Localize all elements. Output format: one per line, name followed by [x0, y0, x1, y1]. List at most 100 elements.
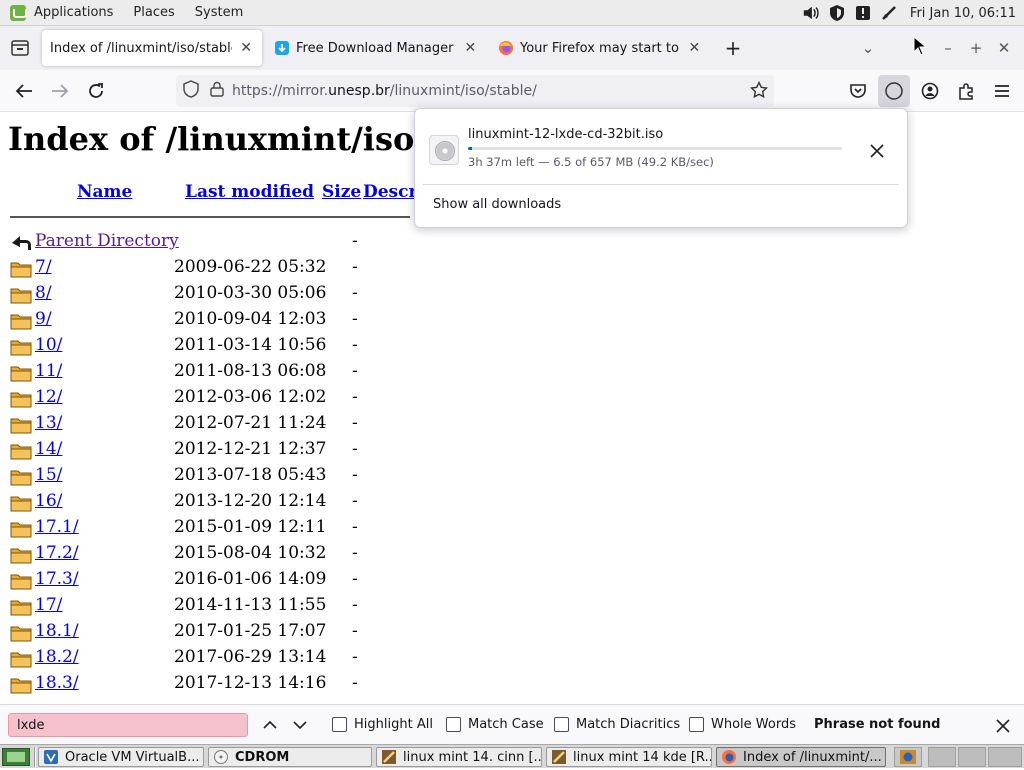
tab-free-download-manager[interactable]: Free Download Manager for ✕ — [266, 30, 486, 66]
menu-places[interactable]: Places — [133, 5, 174, 20]
workspace-2[interactable] — [928, 747, 956, 767]
option-label: Match Case — [468, 717, 544, 732]
folder-link[interactable]: 17.3/ — [35, 569, 79, 589]
column-size-link[interactable]: Size — [322, 182, 361, 202]
minimize-icon[interactable]: – — [934, 39, 962, 57]
folder-link[interactable]: 18.3/ — [35, 673, 79, 693]
account-icon[interactable] — [914, 75, 946, 107]
list-all-tabs-chevron-down-icon[interactable]: ⌄ — [854, 39, 882, 57]
size-cell: - — [352, 231, 358, 251]
workspace-switcher-icon[interactable] — [894, 747, 922, 767]
folder-link[interactable]: 16/ — [35, 491, 62, 511]
folder-link[interactable]: 14/ — [35, 439, 62, 459]
workspace-3[interactable] — [958, 747, 986, 767]
cancel-download-close-icon[interactable] — [865, 139, 889, 163]
url-text[interactable]: https://mirror.unesp.br/linuxmint/iso/st… — [232, 83, 537, 99]
tab-firefox-may-start[interactable]: Your Firefox may start to ha ✕ — [490, 30, 710, 66]
download-item[interactable]: linuxmint-12-lxde-cd-32bit.iso 3h 37m le… — [421, 115, 903, 179]
checkbox[interactable] — [689, 717, 704, 732]
close-icon[interactable]: ✕ — [463, 40, 478, 56]
folder-link[interactable]: 10/ — [35, 335, 62, 355]
close-icon[interactable]: ✕ — [687, 40, 702, 56]
linux-mint-logo-icon[interactable] — [10, 4, 27, 21]
find-close-icon[interactable] — [992, 715, 1014, 737]
table-row: 14/2012-12-21 12:37 - — [10, 439, 410, 465]
size-cell: - — [352, 569, 358, 589]
extensions-puzzle-icon[interactable] — [950, 75, 982, 107]
volume-icon[interactable] — [802, 4, 820, 22]
lock-icon[interactable] — [210, 81, 224, 101]
show-all-downloads-button[interactable]: Show all downloads — [433, 197, 561, 212]
table-row: 16/2013-12-20 12:14 - — [10, 491, 410, 517]
date-cell: 2012-03-06 12:02 — [174, 387, 327, 407]
whole-words-checkbox[interactable]: Whole Words — [689, 717, 796, 732]
show-desktop-icon[interactable] — [2, 748, 30, 766]
taskbar-item-virtualbox[interactable]: Oracle VM VirtualB... — [38, 747, 204, 767]
back-arrow-icon[interactable] — [6, 75, 42, 107]
folder-link[interactable]: 18.1/ — [35, 621, 79, 641]
column-name-link[interactable]: Name — [77, 182, 132, 202]
reload-icon[interactable] — [78, 75, 114, 107]
find-previous-chevron-up-icon[interactable] — [260, 715, 280, 735]
folder-link[interactable]: 15/ — [35, 465, 62, 485]
folder-link[interactable]: 13/ — [35, 413, 62, 433]
checkbox[interactable] — [332, 717, 347, 732]
tab-index-of-stable[interactable]: Index of /linuxmint/iso/stable ✕ — [42, 30, 262, 66]
taskbar-item-linux-mint-kde[interactable]: linux mint 14 kde [R... — [546, 747, 712, 767]
match-diacritics-checkbox[interactable]: Match Diacritics — [554, 717, 680, 732]
checkbox[interactable] — [554, 717, 569, 732]
match-case-checkbox[interactable]: Match Case — [446, 717, 544, 732]
option-label: Match Diacritics — [576, 717, 681, 732]
forward-arrow-icon[interactable] — [42, 75, 78, 107]
clock[interactable]: Fri Jan 10, 06:11 — [910, 6, 1016, 21]
maximize-icon[interactable]: + — [962, 39, 990, 57]
bookmark-star-icon[interactable] — [749, 80, 769, 103]
taskbar-item-firefox[interactable]: Index of /linuxmint/... — [716, 747, 886, 767]
find-next-chevron-down-icon[interactable] — [290, 715, 310, 735]
size-cell: - — [352, 491, 358, 511]
network-icon[interactable] — [880, 4, 898, 22]
folder-link[interactable]: 17.2/ — [35, 543, 79, 563]
app-icon — [381, 749, 397, 765]
menu-system[interactable]: System — [195, 5, 243, 20]
folder-icon — [10, 546, 32, 564]
taskbar-item-label: CDROM — [235, 749, 290, 765]
taskbar-item-linux-mint-cinn[interactable]: linux mint 14. cinn [... — [376, 747, 542, 767]
folder-link[interactable]: 12/ — [35, 387, 62, 407]
folder-link[interactable]: 9/ — [35, 309, 52, 329]
parent-directory-link[interactable]: Parent Directory — [35, 231, 179, 251]
window-close-icon[interactable]: ✕ — [990, 39, 1018, 57]
folder-link[interactable]: 18.2/ — [35, 647, 79, 667]
toolbar-right — [842, 70, 1018, 112]
column-last-modified-link[interactable]: Last modified — [185, 182, 314, 202]
checkbox[interactable] — [446, 717, 461, 732]
panel-divider — [423, 184, 899, 185]
shield-icon[interactable] — [828, 4, 846, 22]
folder-link[interactable]: 8/ — [35, 283, 52, 303]
firefox-view-button[interactable] — [2, 30, 38, 66]
folder-link[interactable]: 17.1/ — [35, 517, 79, 537]
highlight-all-checkbox[interactable]: Highlight All — [332, 717, 433, 732]
menu-applications[interactable]: Applications — [34, 5, 113, 20]
workspace-4[interactable] — [988, 747, 1022, 767]
folder-link[interactable]: 17/ — [35, 595, 62, 615]
folder-icon — [10, 624, 32, 642]
url-bar[interactable]: https://mirror.unesp.br/linuxmint/iso/st… — [176, 75, 774, 107]
pocket-icon[interactable] — [842, 75, 874, 107]
tabbar-right-controls: ⌄ – + ✕ — [854, 26, 1024, 70]
size-cell: - — [352, 361, 358, 381]
new-tab-plus-icon[interactable]: + — [718, 36, 748, 60]
folder-link[interactable]: 7/ — [35, 257, 52, 277]
shield-tracking-protection-icon[interactable] — [182, 80, 200, 102]
downloads-progress-icon[interactable] — [878, 75, 910, 107]
folder-icon — [10, 468, 32, 486]
taskbar-item-cdrom[interactable]: CDROM — [208, 747, 372, 767]
size-cell: - — [352, 413, 358, 433]
firefox-favicon-icon — [498, 40, 514, 56]
close-icon[interactable]: ✕ — [238, 40, 254, 56]
table-row: 12/2012-03-06 12:02 - — [10, 387, 410, 413]
folder-link[interactable]: 11/ — [35, 361, 62, 381]
find-input[interactable] — [8, 713, 248, 737]
hamburger-menu-icon[interactable] — [986, 75, 1018, 107]
update-warning-icon[interactable] — [854, 4, 872, 22]
